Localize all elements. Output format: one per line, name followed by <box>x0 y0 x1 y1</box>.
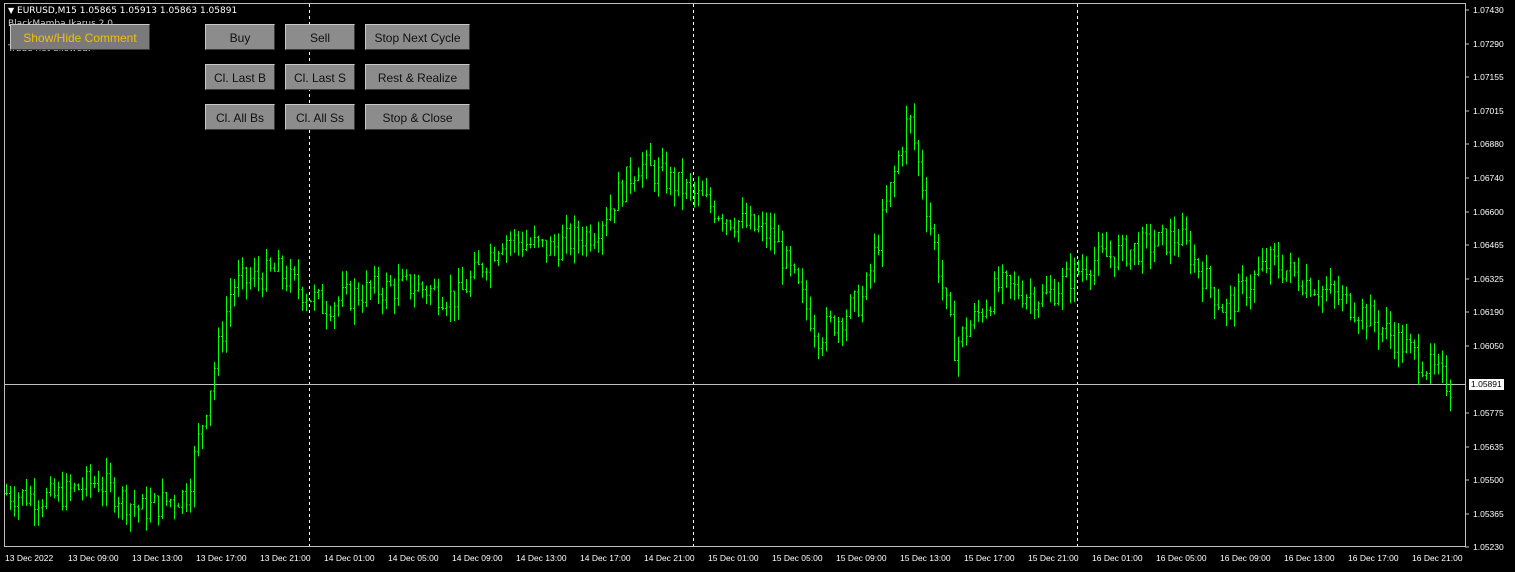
chart-window[interactable]: ▼ EURUSD,M15 1.05865 1.05913 1.05863 1.0… <box>0 0 1515 572</box>
price-tick-label: 1.07015 <box>1473 106 1504 116</box>
price-tick-label: 1.05365 <box>1473 509 1504 519</box>
time-tick-label: 14 Dec 09:00 <box>452 553 503 563</box>
close-last-sell-button[interactable]: Cl. Last S <box>285 64 355 90</box>
time-tick-label: 16 Dec 13:00 <box>1284 553 1335 563</box>
time-tick-label: 15 Dec 09:00 <box>836 553 887 563</box>
price-tick-label: 1.06465 <box>1473 240 1504 250</box>
time-tick-label: 15 Dec 05:00 <box>772 553 823 563</box>
time-tick-label: 16 Dec 17:00 <box>1348 553 1399 563</box>
price-tick-label: 1.05230 <box>1473 542 1504 552</box>
price-tick-label: 1.07290 <box>1473 39 1504 49</box>
time-tick-label: 14 Dec 21:00 <box>644 553 695 563</box>
price-tick-label: 1.06880 <box>1473 139 1504 149</box>
current-price-tag: 1.05891 <box>1469 379 1504 390</box>
show-hide-comment-button[interactable]: Show/Hide Comment <box>10 24 150 50</box>
time-tick-label: 16 Dec 09:00 <box>1220 553 1271 563</box>
time-tick-label: 15 Dec 21:00 <box>1028 553 1079 563</box>
time-tick-label: 14 Dec 13:00 <box>516 553 567 563</box>
price-tick-label: 1.06740 <box>1473 173 1504 183</box>
time-tick-label: 14 Dec 01:00 <box>324 553 375 563</box>
time-tick-label: 13 Dec 17:00 <box>196 553 247 563</box>
time-tick-label: 13 Dec 09:00 <box>68 553 119 563</box>
rest-realize-button[interactable]: Rest & Realize <box>365 64 470 90</box>
time-tick-label: 15 Dec 01:00 <box>708 553 759 563</box>
close-all-buys-button[interactable]: Cl. All Bs <box>205 104 275 130</box>
symbol-quote-line: ▼ EURUSD,M15 1.05865 1.05913 1.05863 1.0… <box>8 6 237 16</box>
close-last-buy-button[interactable]: Cl. Last B <box>205 64 275 90</box>
close-all-sells-button[interactable]: Cl. All Ss <box>285 104 355 130</box>
ohlc-bars <box>5 103 1452 532</box>
price-tick-label: 1.05635 <box>1473 442 1504 452</box>
price-tick-label: 1.05500 <box>1473 475 1504 485</box>
time-tick-label: 13 Dec 2022 <box>5 553 54 563</box>
stop-close-button[interactable]: Stop & Close <box>365 104 470 130</box>
time-tick-label: 15 Dec 13:00 <box>900 553 951 563</box>
price-tick-label: 1.06325 <box>1473 274 1504 284</box>
dropdown-triangle-icon[interactable]: ▼ <box>8 6 14 15</box>
time-tick-label: 13 Dec 13:00 <box>132 553 183 563</box>
price-tick-label: 1.07155 <box>1473 72 1504 82</box>
time-tick-label: 16 Dec 01:00 <box>1092 553 1143 563</box>
price-tick-label: 1.07430 <box>1473 5 1504 15</box>
time-tick-label: 14 Dec 17:00 <box>580 553 631 563</box>
buy-button[interactable]: Buy <box>205 24 275 50</box>
stop-next-cycle-button[interactable]: Stop Next Cycle <box>365 24 470 50</box>
time-tick-label: 13 Dec 21:00 <box>260 553 311 563</box>
price-tick-label: 1.06050 <box>1473 341 1504 351</box>
time-tick-label: 16 Dec 21:00 <box>1412 553 1463 563</box>
symbol-quote-text: EURUSD,M15 1.05865 1.05913 1.05863 1.058… <box>17 6 238 16</box>
time-tick-label: 14 Dec 05:00 <box>388 553 439 563</box>
price-tick-label: 1.06600 <box>1473 207 1504 217</box>
price-tick-label: 1.05775 <box>1473 408 1504 418</box>
time-tick-label: 15 Dec 17:00 <box>964 553 1015 563</box>
time-tick-label: 16 Dec 05:00 <box>1156 553 1207 563</box>
price-tick-label: 1.06190 <box>1473 307 1504 317</box>
sell-button[interactable]: Sell <box>285 24 355 50</box>
